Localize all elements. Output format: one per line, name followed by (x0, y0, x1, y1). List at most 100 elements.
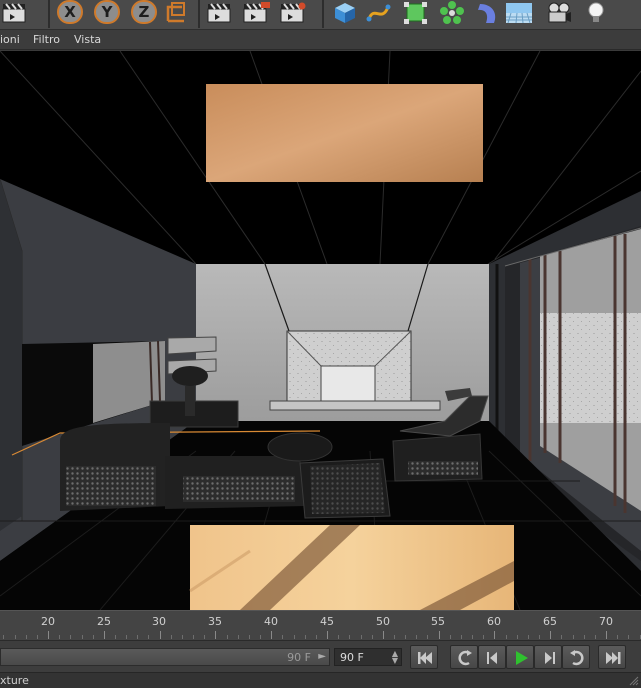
ruler-tick (460, 635, 462, 639)
ruler-tick (170, 635, 172, 639)
ruler-label: 35 (208, 615, 222, 628)
ruler-tick (371, 635, 373, 639)
ruler-label: 70 (599, 615, 613, 628)
menu-options[interactable]: ioni (0, 33, 20, 46)
play-button[interactable] (506, 645, 534, 669)
ruler-tick (449, 635, 451, 639)
ruler-tick (36, 635, 38, 639)
ruler-tick (293, 635, 295, 639)
next-frame-button[interactable] (534, 645, 562, 669)
play-icon (516, 651, 528, 665)
axis-y-lock[interactable]: Y (94, 0, 120, 24)
spline-pen-icon[interactable] (366, 1, 394, 25)
ruler-tick (48, 631, 49, 639)
loop-back-icon (458, 650, 472, 666)
ruler-tick (304, 635, 306, 639)
render-picture-viewer-icon[interactable] (243, 2, 271, 24)
ruler-label: 20 (41, 615, 55, 628)
viewport-scene (0, 51, 641, 610)
ruler-tick (572, 635, 574, 639)
ruler-tick (282, 635, 284, 639)
ruler-label: 40 (264, 615, 278, 628)
ruler-tick (148, 635, 150, 639)
playback-bar: 90 F ► 90 F ▲ ▼ (0, 640, 641, 672)
render-region-icon[interactable] (2, 2, 30, 24)
ruler-tick (3, 635, 5, 639)
previous-key-button[interactable] (450, 645, 478, 669)
ruler-tick (505, 635, 507, 639)
ruler-tick (349, 635, 351, 639)
axis-z-lock[interactable]: Z (131, 0, 157, 24)
ruler-tick (92, 635, 94, 639)
ceiling-texture-preview (206, 84, 483, 182)
slider-arrow-icon[interactable]: ► (318, 651, 326, 662)
ruler-label: 65 (543, 615, 557, 628)
ruler-label: 55 (431, 615, 445, 628)
ruler-label: 60 (487, 615, 501, 628)
ruler-tick (527, 635, 529, 639)
render-view-icon[interactable] (207, 2, 235, 24)
ruler-tick (137, 635, 139, 639)
menu-view[interactable]: Vista (74, 33, 101, 46)
menu-filter[interactable]: Filtro (33, 33, 60, 46)
ruler-label: 30 (152, 615, 166, 628)
status-text: xture (0, 674, 29, 687)
ruler-tick (494, 631, 496, 639)
ruler-tick (204, 635, 206, 639)
render-settings-icon[interactable] (280, 2, 308, 24)
ruler-tick (215, 631, 217, 639)
next-key-button[interactable] (562, 645, 590, 669)
end-frame-field-value: 90 F (340, 651, 364, 664)
loop-forward-icon (570, 650, 584, 666)
ruler-tick (327, 631, 328, 639)
ruler-tick (81, 635, 83, 639)
step-forward-icon (545, 652, 555, 664)
deformer-icon[interactable] (474, 1, 502, 25)
3d-viewport[interactable] (0, 51, 641, 610)
ruler-label: 50 (376, 615, 390, 628)
ruler-tick (181, 635, 183, 639)
ruler-tick (594, 635, 596, 639)
ruler-tick (193, 635, 195, 639)
axis-x-lock[interactable]: X (57, 0, 83, 24)
ruler-tick (472, 635, 474, 639)
ruler-tick (639, 635, 641, 639)
cloner-icon[interactable] (438, 1, 466, 25)
ruler-tick (59, 635, 61, 639)
go-to-end-button[interactable] (598, 645, 626, 669)
ruler-tick (394, 635, 395, 639)
ruler-tick (14, 635, 16, 639)
subdivision-icon[interactable] (402, 1, 430, 25)
ruler-tick (115, 635, 116, 639)
ruler-tick (606, 631, 607, 639)
ruler-tick (159, 631, 161, 639)
ruler-tick (628, 635, 630, 639)
ruler-tick (338, 635, 340, 639)
skip-start-icon (418, 652, 432, 664)
end-frame-field[interactable]: 90 F ▲ ▼ (334, 648, 402, 666)
end-frame-slider[interactable]: 90 F ► (0, 648, 330, 666)
go-to-start-button[interactable] (410, 645, 438, 669)
skip-end-icon (606, 652, 621, 664)
ruler-tick (617, 635, 619, 639)
ruler-tick (550, 631, 552, 639)
ruler-tick (539, 635, 540, 639)
camera-icon[interactable] (545, 1, 573, 25)
ruler-tick (260, 635, 261, 639)
cube-primitive-icon[interactable] (331, 1, 359, 25)
light-icon[interactable] (582, 1, 610, 25)
spin-arrows-icon[interactable]: ▲ ▼ (392, 650, 398, 665)
ruler-tick (25, 635, 27, 639)
ruler-label: 25 (97, 615, 111, 628)
timeline-ruler[interactable]: 20 25 30 35 40 45 50 55 60 65 70 (0, 610, 641, 640)
ruler-tick (583, 635, 585, 639)
ruler-tick (271, 631, 273, 639)
top-toolbar: X Y Z (0, 0, 641, 30)
floor-scene-icon[interactable] (505, 1, 533, 25)
ruler-tick (237, 635, 239, 639)
resize-grip-icon[interactable] (629, 676, 639, 686)
world-coordinates-icon[interactable] (164, 1, 192, 25)
previous-frame-button[interactable] (478, 645, 506, 669)
ruler-tick (416, 635, 418, 639)
viewport-menubar: ioni Filtro Vista (0, 30, 641, 50)
